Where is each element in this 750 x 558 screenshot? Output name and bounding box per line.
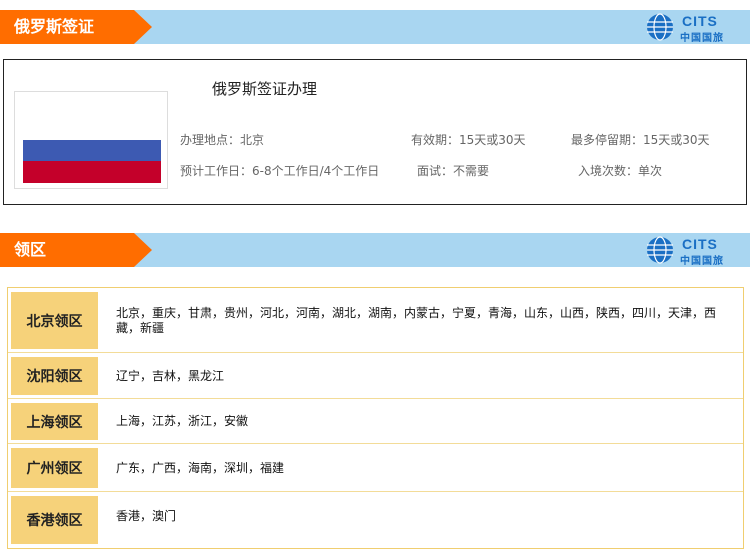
visa-working-days: 预计工作日：6-8个工作日/4个工作日 [180,164,380,178]
region-name: 北京领区 [11,292,98,349]
visa-max-stay: 最多停留期：15天或30天 [571,133,710,147]
cits-logo: CITS 中国国旅 [646,236,732,267]
region-areas: 辽宁，吉林，黑龙江 [116,368,225,383]
region-section-header: 领区 CITS 中国国旅 [0,233,750,267]
region-row: 香港领区 香港，澳门 [8,492,743,548]
brand-name-en: CITS [682,236,718,252]
region-row: 沈阳领区 辽宁，吉林，黑龙江 [8,353,743,399]
region-areas: 香港，澳门 [116,508,177,523]
visa-section-title: 俄罗斯签证 [0,10,152,44]
region-row: 上海领区 上海，江苏，浙江，安徽 [8,399,743,444]
flag-frame [14,91,168,189]
flag-stripe-blue [23,140,161,162]
brand-name-zh: 中国国旅 [680,33,724,44]
region-name: 上海领区 [11,403,98,440]
region-name: 广州领区 [11,448,98,488]
brand-name-en: CITS [682,13,718,29]
globe-icon [647,13,673,41]
visa-validity: 有效期：15天或30天 [411,133,526,147]
globe-icon [647,236,673,264]
brand-name-zh: 中国国旅 [680,256,724,267]
region-areas: 北京，重庆，甘肃，贵州，河北，河南，湖北，湖南，内蒙古，宁夏，青海，山东，山西，… [116,305,717,335]
flag-stripe-white [23,119,161,141]
visa-info-card: 俄罗斯签证办理 办理地点：北京 有效期：15天或30天 最多停留期：15天或30… [3,59,747,205]
visa-entries: 入境次数：单次 [578,164,663,178]
region-areas: 上海，江苏，浙江，安徽 [116,414,249,428]
region-name: 沈阳领区 [11,357,98,395]
visa-title: 俄罗斯签证办理 [212,80,318,98]
region-section-title: 领区 [0,233,152,267]
flag-stripe-red [23,161,161,183]
region-areas: 广东，广西，海南，深圳，福建 [116,460,285,475]
region-name: 香港领区 [11,496,98,544]
region-row: 广州领区 广东，广西，海南，深圳，福建 [8,444,743,492]
visa-section-header: 俄罗斯签证 CITS 中国国旅 [0,10,750,44]
visa-location: 办理地点：北京 [180,133,265,147]
russia-flag-icon [23,119,161,183]
visa-interview: 面试：不需要 [417,164,490,178]
consular-regions-table: 北京领区 北京，重庆，甘肃，贵州，河北，河南，湖北，湖南，内蒙古，宁夏，青海，山… [7,287,744,549]
cits-logo: CITS 中国国旅 [646,13,732,44]
region-row: 北京领区 北京，重庆，甘肃，贵州，河北，河南，湖北，湖南，内蒙古，宁夏，青海，山… [8,288,743,353]
